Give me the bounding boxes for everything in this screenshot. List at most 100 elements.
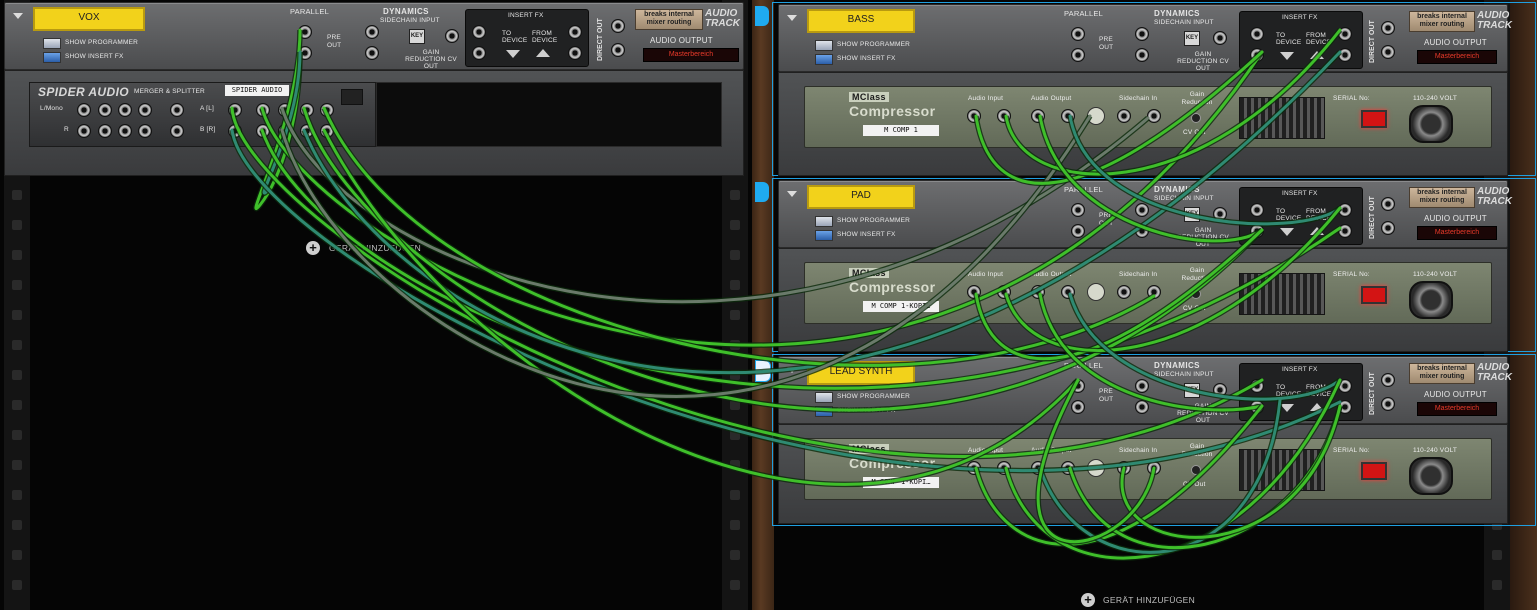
gain-reduction-jack[interactable]: [445, 29, 459, 43]
spider-jack[interactable]: [138, 124, 152, 138]
comp-audio-out-r-jack[interactable]: [1061, 285, 1075, 299]
insert-fx-r-in-jack[interactable]: [472, 46, 486, 60]
spider-jack[interactable]: [300, 124, 314, 138]
collapse-triangle-icon[interactable]: [787, 15, 797, 21]
collapse-triangle-icon[interactable]: [787, 367, 797, 373]
gain-reduction-jack[interactable]: [1213, 383, 1227, 397]
comp-sidechain-r-jack[interactable]: [1147, 285, 1161, 299]
comp-sidechain-l-jack[interactable]: [1117, 109, 1131, 123]
key-button[interactable]: KEY: [1184, 207, 1200, 222]
add-device-label-right[interactable]: GERÄT HINZUFÜGEN: [1103, 595, 1195, 605]
audio-output-select[interactable]: Masterbereich: [643, 48, 739, 62]
comp-sidechain-l-jack[interactable]: [1117, 285, 1131, 299]
audio-output-select[interactable]: Masterbereich: [1417, 50, 1497, 64]
show-insert-fx-toggle[interactable]: [815, 230, 833, 241]
cv-out-jack[interactable]: [1191, 465, 1201, 475]
comp-audio-out-l-jack[interactable]: [1031, 285, 1045, 299]
track-name-label[interactable]: BASS: [807, 9, 915, 33]
add-device-label-left[interactable]: GERÄT HINZUFÜGEN: [329, 243, 421, 253]
insert-fx-l-out-jack[interactable]: [1338, 27, 1352, 41]
spider-jack[interactable]: [300, 103, 314, 117]
cv-out-jack[interactable]: [1191, 113, 1201, 123]
insert-fx-r-in-jack[interactable]: [1250, 48, 1264, 62]
spider-jack[interactable]: [77, 103, 91, 117]
track-selection-tab-bass[interactable]: [755, 6, 769, 26]
parallel-out-l-jack[interactable]: [298, 25, 312, 39]
comp-audio-in-r-jack[interactable]: [997, 109, 1011, 123]
sidechain-r-jack[interactable]: [365, 46, 379, 60]
insert-fx-l-out-jack[interactable]: [1338, 379, 1352, 393]
comp-audio-out-l-jack[interactable]: [1031, 461, 1045, 475]
spider-jack[interactable]: [320, 103, 334, 117]
spider-jack[interactable]: [118, 124, 132, 138]
spider-switch[interactable]: [341, 89, 363, 105]
key-button[interactable]: KEY: [1184, 383, 1200, 398]
spider-jack[interactable]: [98, 103, 112, 117]
parallel-out-r-jack[interactable]: [1071, 224, 1085, 238]
comp-audio-in-l-jack[interactable]: [967, 461, 981, 475]
sidechain-r-jack[interactable]: [1135, 400, 1149, 414]
parallel-out-r-jack[interactable]: [1071, 48, 1085, 62]
insert-fx-r-in-jack[interactable]: [1250, 400, 1264, 414]
direct-out-r-jack[interactable]: [1381, 45, 1395, 59]
comp-audio-out-l-jack[interactable]: [1031, 109, 1045, 123]
insert-fx-r-in-jack[interactable]: [1250, 224, 1264, 238]
track-name-label[interactable]: PAD: [807, 185, 915, 209]
spider-jack[interactable]: [278, 124, 292, 138]
cv-out-jack[interactable]: [1191, 289, 1201, 299]
spider-jack[interactable]: [320, 124, 334, 138]
comp-sidechain-r-jack[interactable]: [1147, 461, 1161, 475]
spider-jack[interactable]: [170, 124, 184, 138]
add-device-icon[interactable]: +: [306, 241, 320, 255]
show-programmer-toggle[interactable]: [815, 40, 833, 51]
insert-fx-l-in-jack[interactable]: [472, 25, 486, 39]
sidechain-l-jack[interactable]: [1135, 27, 1149, 41]
spider-jack[interactable]: [77, 124, 91, 138]
show-insert-fx-toggle[interactable]: [815, 54, 833, 65]
direct-out-r-jack[interactable]: [1381, 397, 1395, 411]
audio-output-select[interactable]: Masterbereich: [1417, 226, 1497, 240]
parallel-out-r-jack[interactable]: [298, 46, 312, 60]
insert-fx-l-in-jack[interactable]: [1250, 27, 1264, 41]
insert-fx-l-in-jack[interactable]: [1250, 379, 1264, 393]
parallel-out-l-jack[interactable]: [1071, 27, 1085, 41]
comp-audio-out-r-jack[interactable]: [1061, 461, 1075, 475]
collapse-triangle-icon[interactable]: [13, 13, 23, 19]
sidechain-l-jack[interactable]: [365, 25, 379, 39]
track-selection-tab-lead[interactable]: [755, 360, 771, 382]
spider-jack[interactable]: [228, 103, 242, 117]
insert-fx-l-in-jack[interactable]: [1250, 203, 1264, 217]
show-programmer-toggle[interactable]: [815, 392, 833, 403]
power-switch[interactable]: [1361, 286, 1387, 304]
collapse-triangle-icon[interactable]: [787, 191, 797, 197]
power-switch[interactable]: [1361, 110, 1387, 128]
show-programmer-toggle[interactable]: [43, 38, 61, 49]
comp-audio-in-r-jack[interactable]: [997, 461, 1011, 475]
comp-audio-in-r-jack[interactable]: [997, 285, 1011, 299]
show-programmer-toggle[interactable]: [815, 216, 833, 227]
audio-output-select[interactable]: Masterbereich: [1417, 402, 1497, 416]
spider-jack[interactable]: [98, 124, 112, 138]
key-button[interactable]: KEY: [1184, 31, 1200, 46]
key-button[interactable]: KEY: [409, 29, 425, 44]
track-name-label[interactable]: VOX: [33, 7, 145, 31]
comp-audio-in-l-jack[interactable]: [967, 109, 981, 123]
direct-out-l-jack[interactable]: [611, 19, 625, 33]
insert-fx-l-out-jack[interactable]: [568, 25, 582, 39]
spider-jack[interactable]: [228, 124, 242, 138]
insert-fx-l-out-jack[interactable]: [1338, 203, 1352, 217]
gain-reduction-jack[interactable]: [1213, 31, 1227, 45]
track-selection-tab-pad[interactable]: [755, 182, 769, 202]
spider-jack[interactable]: [118, 103, 132, 117]
sidechain-r-jack[interactable]: [1135, 48, 1149, 62]
comp-audio-out-r-jack[interactable]: [1061, 109, 1075, 123]
spider-jack[interactable]: [278, 103, 292, 117]
show-insert-fx-toggle[interactable]: [43, 52, 61, 63]
sidechain-r-jack[interactable]: [1135, 224, 1149, 238]
parallel-out-l-jack[interactable]: [1071, 379, 1085, 393]
sidechain-l-jack[interactable]: [1135, 203, 1149, 217]
comp-sidechain-r-jack[interactable]: [1147, 109, 1161, 123]
parallel-out-r-jack[interactable]: [1071, 400, 1085, 414]
gain-reduction-jack[interactable]: [1213, 207, 1227, 221]
sidechain-l-jack[interactable]: [1135, 379, 1149, 393]
